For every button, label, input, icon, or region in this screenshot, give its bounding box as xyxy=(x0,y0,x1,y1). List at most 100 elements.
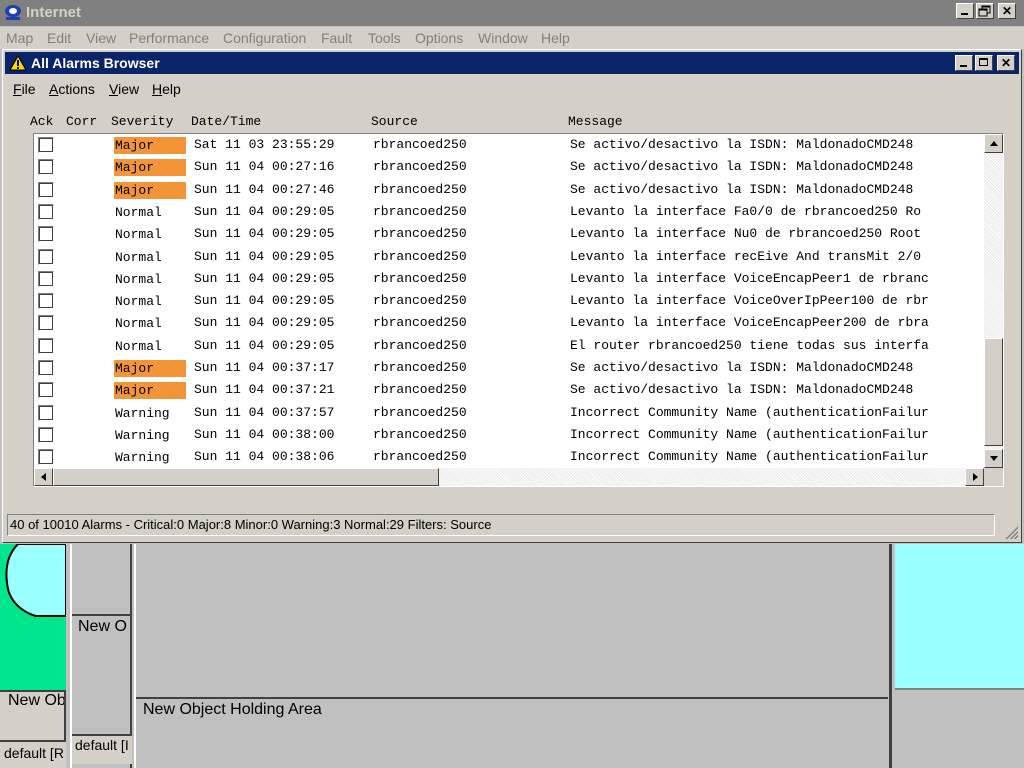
scroll-right-button[interactable] xyxy=(965,468,984,486)
datetime-cell: Sun 11 04 00:37:17 xyxy=(194,360,335,375)
menu-map[interactable]: Map xyxy=(6,30,33,46)
browser-minimize-button[interactable] xyxy=(955,55,973,71)
menu-view[interactable]: View xyxy=(109,81,139,97)
horizontal-scrollbar[interactable] xyxy=(34,468,984,486)
map-canvas[interactable]: New Object Holding Area xyxy=(134,544,892,768)
ack-checkbox[interactable] xyxy=(38,137,54,153)
ack-checkbox[interactable] xyxy=(38,404,54,421)
menu-configuration[interactable]: Configuration xyxy=(223,30,306,46)
severity-cell: Major xyxy=(114,137,186,154)
map-pane-1[interactable]: New Ob default [R xyxy=(0,544,66,768)
menu-help[interactable]: Help xyxy=(152,81,181,97)
scroll-up-button[interactable] xyxy=(984,134,1003,153)
ack-checkbox[interactable] xyxy=(38,449,54,466)
ack-checkbox[interactable] xyxy=(38,203,54,220)
ack-checkbox[interactable] xyxy=(38,226,54,243)
source-cell: rbrancoed250 xyxy=(373,181,467,197)
table-row[interactable]: Major Sat 11 03 23:55:29 rbrancoed250 Se ac… xyxy=(34,134,984,156)
menu-fault[interactable]: Fault xyxy=(321,30,352,46)
alarms-browser-menubar: File Actions View Help xyxy=(5,77,1019,99)
table-row[interactable]: Normal Sun 11 04 00:29:05 rbrancoed250 Leva… xyxy=(34,246,984,268)
menu-view[interactable]: View xyxy=(86,30,116,46)
table-row[interactable]: Warning Sun 11 04 00:38:06 rbrancoed250 Inc… xyxy=(34,446,984,468)
menu-file[interactable]: File xyxy=(13,81,36,97)
app-restore-button[interactable] xyxy=(976,3,994,19)
map-pane-1-status: default [R xyxy=(4,745,64,761)
vertical-scroll-thumb[interactable] xyxy=(984,338,1003,446)
ack-checkbox[interactable] xyxy=(38,360,54,376)
column-header-severity[interactable]: Severity xyxy=(111,114,173,129)
table-row[interactable]: Warning Sun 11 04 00:38:00 rbrancoed250 Inc… xyxy=(34,424,984,446)
table-row[interactable]: Warning Sun 11 04 00:37:57 rbrancoed250 Inc… xyxy=(34,402,984,424)
menu-tools[interactable]: Tools xyxy=(368,30,401,46)
source-cell: rbrancoed250 xyxy=(373,137,467,152)
browser-maximize-button[interactable] xyxy=(975,55,993,71)
map-pane-2-label: New O xyxy=(78,618,127,635)
resize-grip-icon[interactable] xyxy=(1004,525,1018,539)
column-header-message[interactable]: Message xyxy=(568,114,623,129)
close-icon: ✕ xyxy=(1000,56,1012,70)
datetime-cell: Sun 11 04 00:38:06 xyxy=(194,449,335,465)
warning-icon xyxy=(9,55,27,71)
menu-help[interactable]: Help xyxy=(541,30,570,46)
map-pane-2[interactable]: New O default [I xyxy=(70,544,132,768)
horizontal-scroll-thumb[interactable] xyxy=(53,468,439,486)
datetime-cell: Sun 11 04 00:37:21 xyxy=(194,382,335,398)
app-close-button[interactable]: ✕ xyxy=(998,3,1016,19)
table-row[interactable]: Major Sun 11 04 00:37:17 rbrancoed250 Se ac… xyxy=(34,357,984,379)
message-cell: Levanto la interface VoiceEncapPeer200 d… xyxy=(570,315,929,331)
table-row[interactable]: Normal Sun 11 04 00:29:05 rbrancoed250 Leva… xyxy=(34,201,984,223)
ack-checkbox[interactable] xyxy=(38,248,54,265)
severity-cell: Normal xyxy=(115,294,162,310)
table-row[interactable]: Major Sun 11 04 00:27:46 rbrancoed250 Se ac… xyxy=(34,179,984,201)
app-minimize-button[interactable] xyxy=(956,3,974,19)
arrow-left-icon xyxy=(41,473,46,481)
menu-performance[interactable]: Performance xyxy=(129,30,209,46)
table-row[interactable]: Normal Sun 11 04 00:29:05 rbrancoed250 El r… xyxy=(34,335,984,357)
source-cell: rbrancoed250 xyxy=(373,360,467,375)
table-row[interactable]: Normal Sun 11 04 00:29:05 rbrancoed250 Leva… xyxy=(34,312,984,334)
vertical-scrollbar[interactable] xyxy=(984,134,1003,468)
severity-cell: Major xyxy=(114,382,186,400)
source-cell: rbrancoed250 xyxy=(373,449,467,465)
alarms-browser-titlebar[interactable]: All Alarms Browser ✕ xyxy=(5,52,1019,74)
column-header-ack[interactable]: Ack xyxy=(30,114,53,129)
message-cell: Incorrect Community Name (authentication… xyxy=(570,404,929,420)
alarm-listbox[interactable]: Major Sat 11 03 23:55:29 rbrancoed250 Se ac… xyxy=(33,133,1004,487)
table-row[interactable]: Normal Sun 11 04 00:29:05 rbrancoed250 Leva… xyxy=(34,223,984,245)
app-titlebar[interactable]: Internet ✕ xyxy=(0,0,1024,26)
menu-actions[interactable]: Actions xyxy=(49,81,95,97)
ack-checkbox[interactable] xyxy=(38,337,54,354)
ack-checkbox[interactable] xyxy=(38,426,54,443)
scroll-down-button[interactable] xyxy=(984,449,1003,468)
column-header-datetime[interactable]: Date/Time xyxy=(191,114,261,129)
browser-close-button[interactable]: ✕ xyxy=(997,55,1015,71)
severity-cell: Major xyxy=(114,360,186,377)
table-row[interactable]: Major Sun 11 04 00:37:21 rbrancoed250 Se ac… xyxy=(34,379,984,401)
ack-checkbox[interactable] xyxy=(38,270,54,287)
map-pane-right[interactable] xyxy=(895,544,1024,768)
alarms-status-bar: 40 of 10010 Alarms - Critical:0 Major:8 … xyxy=(7,514,995,536)
ack-checkbox[interactable] xyxy=(38,315,54,332)
menu-edit[interactable]: Edit xyxy=(47,30,71,46)
ack-checkbox[interactable] xyxy=(38,382,54,399)
column-header-corr[interactable]: Corr xyxy=(66,114,97,129)
message-cell: El router rbrancoed250 tiene todas sus i… xyxy=(570,337,929,353)
alarm-rows: Major Sat 11 03 23:55:29 rbrancoed250 Se ac… xyxy=(34,134,984,468)
message-cell: Incorrect Community Name (authentication… xyxy=(570,426,929,442)
column-header-source[interactable]: Source xyxy=(371,114,418,129)
ack-checkbox[interactable] xyxy=(38,293,54,310)
ack-checkbox[interactable] xyxy=(38,181,54,198)
menu-window[interactable]: Window xyxy=(478,30,528,46)
scroll-left-button[interactable] xyxy=(34,468,53,486)
menu-options[interactable]: Options xyxy=(415,30,463,46)
datetime-cell: Sun 11 04 00:29:05 xyxy=(194,315,335,331)
table-row[interactable]: Major Sun 11 04 00:27:16 rbrancoed250 Se ac… xyxy=(34,156,984,178)
table-row[interactable]: Normal Sun 11 04 00:29:05 rbrancoed250 Leva… xyxy=(34,268,984,290)
app-title: Internet xyxy=(26,4,82,21)
severity-cell: Normal xyxy=(115,338,162,354)
ack-checkbox[interactable] xyxy=(38,159,54,176)
maximize-icon xyxy=(979,58,988,66)
table-row[interactable]: Normal Sun 11 04 00:29:05 rbrancoed250 Leva… xyxy=(34,290,984,312)
alarms-summary: 40 of 10010 Alarms - Critical:0 Major:8 … xyxy=(10,517,492,532)
